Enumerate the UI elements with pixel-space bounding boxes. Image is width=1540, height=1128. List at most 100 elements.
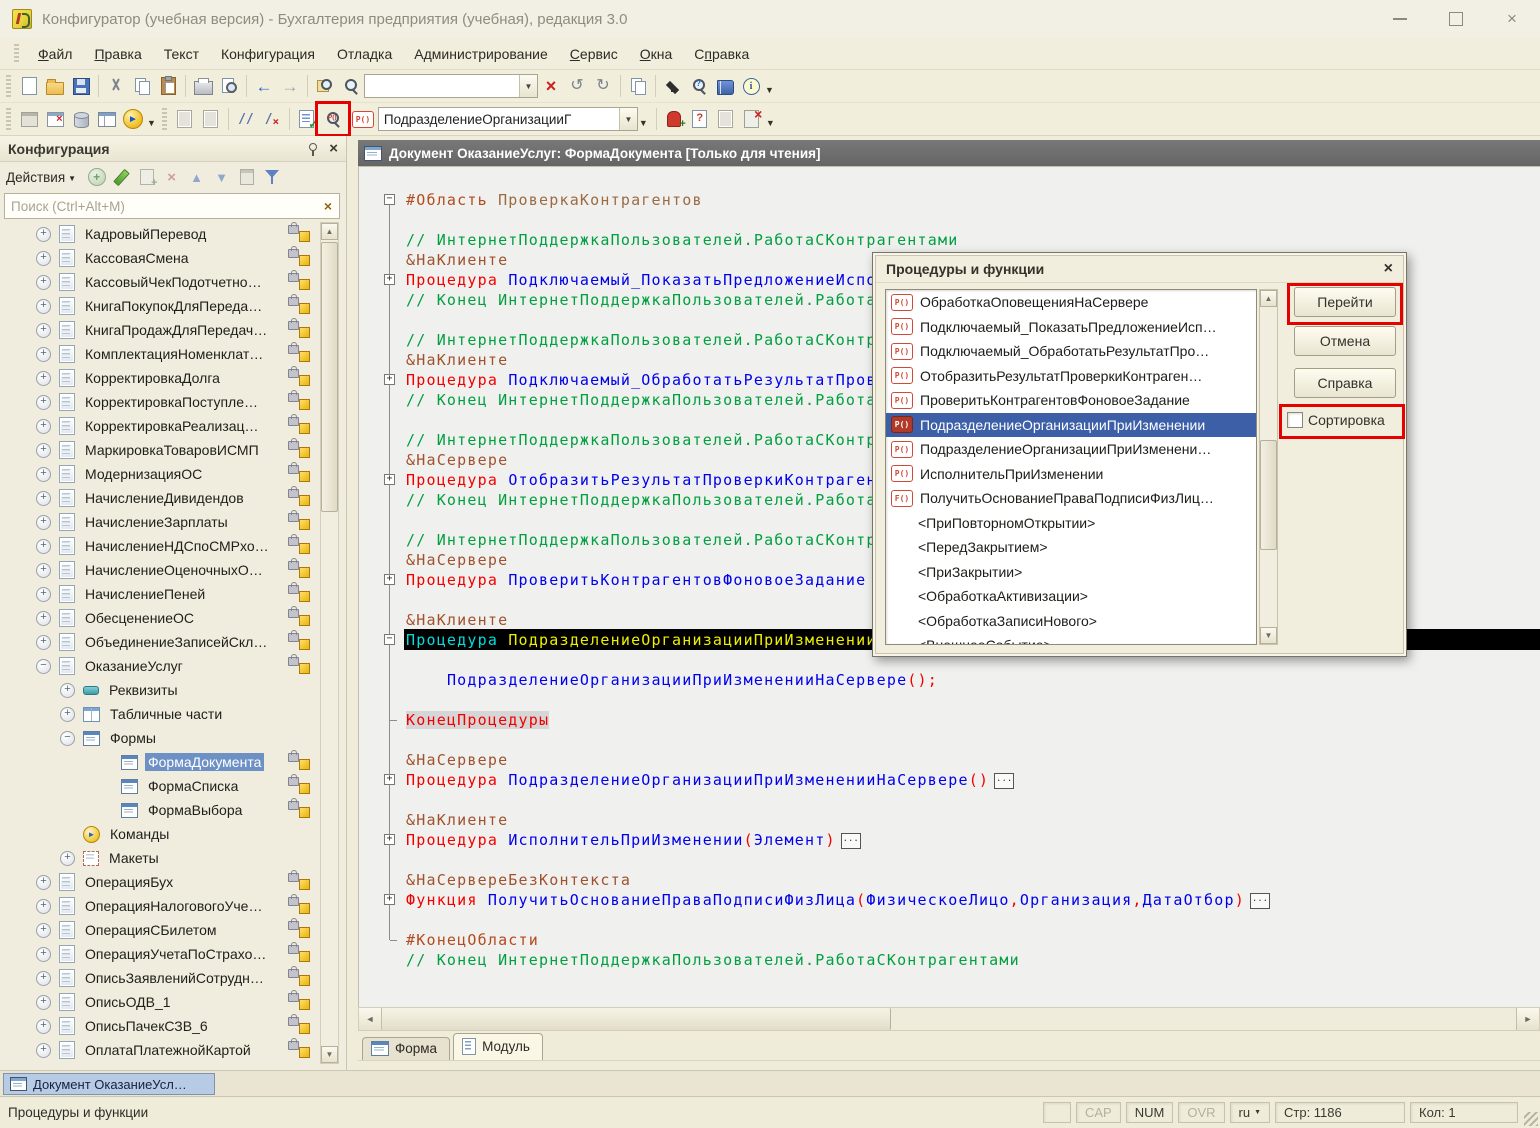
tree-item[interactable]: +ОперацияБух: [0, 870, 320, 894]
code-line[interactable]: [406, 690, 1540, 710]
navigate-forward-icon[interactable]: →: [277, 73, 303, 99]
tree-item[interactable]: +ОписьПачекСЗВ_6: [0, 1014, 320, 1038]
copy-fragment-icon[interactable]: [625, 73, 651, 99]
properties-icon[interactable]: [234, 165, 259, 189]
procedure-list-item[interactable]: <ОбработкаАктивизации>: [886, 584, 1256, 609]
search-input[interactable]: [5, 199, 317, 214]
search-combobox[interactable]: ▼: [364, 74, 538, 98]
print-preview-icon[interactable]: [216, 73, 242, 99]
expander-icon[interactable]: +: [36, 299, 51, 314]
move-up-icon[interactable]: ▲: [184, 165, 209, 189]
expander-icon[interactable]: +: [60, 851, 75, 866]
status-cap[interactable]: CAP: [1076, 1102, 1121, 1123]
expander-icon[interactable]: +: [36, 251, 51, 266]
clear-search-icon[interactable]: ×: [538, 73, 564, 99]
actions-caret-icon[interactable]: ▼: [68, 174, 76, 183]
scroll-right-icon[interactable]: ►: [1516, 1008, 1539, 1030]
goto-button[interactable]: Перейти: [1294, 287, 1396, 317]
zoom-icon[interactable]: [338, 73, 364, 99]
expander-icon[interactable]: +: [36, 1043, 51, 1058]
expander-icon[interactable]: +: [36, 275, 51, 290]
expander-icon[interactable]: +: [36, 443, 51, 458]
resize-grip[interactable]: [1524, 1112, 1538, 1126]
tab-module[interactable]: Модуль: [453, 1033, 543, 1060]
expander-icon[interactable]: +: [36, 419, 51, 434]
save-module-icon[interactable]: [172, 106, 198, 132]
cancel-button[interactable]: Отмена: [1294, 326, 1396, 356]
info-icon[interactable]: i: [738, 73, 764, 99]
fold-expand-icon[interactable]: +: [384, 894, 395, 905]
tree-item[interactable]: +НачислениеОценочныхО…: [0, 558, 320, 582]
print-icon[interactable]: [190, 73, 216, 99]
code-line[interactable]: [406, 850, 1540, 870]
code-line[interactable]: &НаКлиенте: [406, 810, 1540, 830]
expander-icon[interactable]: +: [36, 635, 51, 650]
tree-item[interactable]: +►Команды: [0, 822, 320, 846]
procedure-list-item[interactable]: P()ПодразделениеОрганизацииПриИзменени…: [886, 437, 1256, 462]
fold-collapse-icon[interactable]: −: [384, 194, 395, 205]
code-line[interactable]: #КонецОбласти: [406, 930, 1540, 950]
dialog-scroll-up-icon[interactable]: ▲: [1260, 290, 1277, 307]
overflow-chevron-icon[interactable]: ▼: [766, 118, 775, 128]
new-document-icon[interactable]: [16, 73, 42, 99]
tree-item[interactable]: +НачислениеНДСпоСМРхо…: [0, 534, 320, 558]
menu-Окна[interactable]: Окна: [629, 41, 684, 67]
tree-item[interactable]: +ОперацияУчетаПоСтрахо…: [0, 942, 320, 966]
actions-menu[interactable]: Действия: [6, 170, 65, 185]
code-line[interactable]: Процедура ПодразделениеОрганизацииПриИзм…: [406, 770, 1540, 790]
overflow-chevron-icon[interactable]: ▼: [765, 85, 774, 95]
procedure-list-item[interactable]: <ОбработкаЗаписиНового>: [886, 609, 1256, 634]
hscroll-thumb[interactable]: [382, 1008, 891, 1030]
procedure-list-item[interactable]: <ПередЗакрытием>: [886, 535, 1256, 560]
code-line[interactable]: #Область ПроверкаКонтрагентов: [406, 190, 1540, 210]
tree-item[interactable]: +ОбъединениеЗаписейСкл…: [0, 630, 320, 654]
fold-collapse-icon[interactable]: −: [384, 634, 395, 645]
tree-item[interactable]: +ОбесценениеОС: [0, 606, 320, 630]
menu-Отладка[interactable]: Отладка: [326, 41, 403, 67]
tree-item[interactable]: +ФормаВыбора: [0, 798, 320, 822]
tree-item[interactable]: +КассоваяСмена: [0, 246, 320, 270]
tree-item[interactable]: +КорректировкаДолга: [0, 366, 320, 390]
tree-item[interactable]: +КомплектацияНоменклат…: [0, 342, 320, 366]
menu-Файл[interactable]: Файл: [27, 41, 83, 67]
tree-item[interactable]: +КорректировкаПоступле…: [0, 390, 320, 414]
add-icon[interactable]: +: [84, 165, 109, 189]
tree-item[interactable]: +НачислениеПеней: [0, 582, 320, 606]
tree-item[interactable]: −Формы: [0, 726, 320, 750]
clone-icon[interactable]: [134, 165, 159, 189]
procedure-combobox[interactable]: P()ПодразделениеОрганизацииГ▼: [352, 107, 638, 131]
dialog-close-icon[interactable]: ×: [1384, 261, 1393, 277]
procedure-list-item[interactable]: <ПриЗакрытии>: [886, 560, 1256, 585]
close-window-icon[interactable]: [42, 106, 68, 132]
expander-icon[interactable]: +: [36, 611, 51, 626]
tree-item[interactable]: +КассовыйЧекПодотчетно…: [0, 270, 320, 294]
procedure-list-item[interactable]: F()ПолучитьОснованиеПраваПодписиФизЛиц…: [886, 486, 1256, 511]
status-num[interactable]: NUM: [1126, 1102, 1174, 1123]
code-line[interactable]: ПодразделениеОрганизацииПриИзмененииНаСе…: [406, 670, 1540, 690]
code-line[interactable]: Функция ПолучитьОснованиеПраваПодписиФиз…: [406, 890, 1540, 910]
code-line[interactable]: Процедура ИсполнительПриИзменении(Элемен…: [406, 830, 1540, 850]
code-line[interactable]: [406, 910, 1540, 930]
expander-icon[interactable]: +: [36, 947, 51, 962]
code-line[interactable]: [406, 730, 1540, 750]
procedure-list-item[interactable]: P()Подключаемый_ПоказатьПредложениеИсп…: [886, 315, 1256, 340]
status-ovr[interactable]: OVR: [1178, 1102, 1224, 1123]
copy-icon[interactable]: [129, 73, 155, 99]
load-module-icon[interactable]: [198, 106, 224, 132]
code-line[interactable]: [406, 790, 1540, 810]
menu-Сервис[interactable]: Сервис: [559, 41, 629, 67]
tree-item[interactable]: −ОказаниеУслуг: [0, 654, 320, 678]
find-previous-icon[interactable]: ↺: [564, 73, 590, 99]
overflow-chevron-icon[interactable]: ▼: [639, 118, 648, 128]
expander-icon[interactable]: +: [36, 899, 51, 914]
tree-item[interactable]: +Табличные части: [0, 702, 320, 726]
interface-icon[interactable]: [94, 106, 120, 132]
expander-icon[interactable]: +: [36, 1019, 51, 1034]
tree-item[interactable]: +ФормаСписка: [0, 774, 320, 798]
expander-icon[interactable]: +: [36, 971, 51, 986]
sort-checkbox[interactable]: [1287, 412, 1303, 428]
scroll-up-icon[interactable]: ▲: [321, 223, 338, 240]
expander-icon[interactable]: −: [60, 731, 75, 746]
delete-bookmarks-icon[interactable]: [739, 106, 765, 132]
window-tab-document[interactable]: Документ ОказаниеУсл…: [3, 1073, 215, 1095]
